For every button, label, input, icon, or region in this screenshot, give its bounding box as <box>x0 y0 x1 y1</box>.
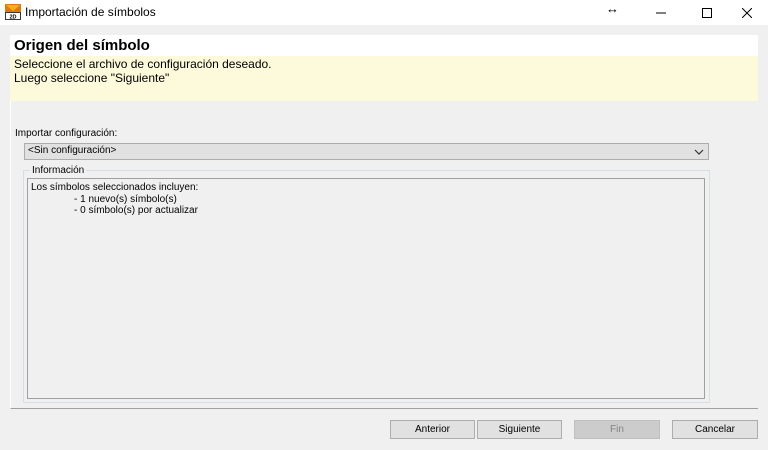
minimize-icon <box>656 12 666 13</box>
svg-text:2D: 2D <box>9 15 16 21</box>
close-icon <box>742 7 752 18</box>
info-line: - 0 símbolo(s) por actualizar <box>74 205 198 216</box>
import-config-dropdown[interactable]: <Sin configuración> <box>24 143 709 160</box>
info-textbox[interactable]: Los símbolos seleccionados incluyen: - 1… <box>27 178 705 399</box>
title-bar: 2D Importación de símbolos ↔ <box>0 0 768 25</box>
import-config-label: Importar configuración: <box>15 128 118 139</box>
previous-button[interactable]: Anterior <box>390 420 475 439</box>
finish-button[interactable]: Fin <box>574 420 660 439</box>
minimize-button[interactable] <box>638 0 684 25</box>
info-line: - 1 nuevo(s) símbolo(s) <box>74 194 177 205</box>
info-legend: Información <box>30 165 87 176</box>
app-icon: 2D <box>5 4 21 20</box>
cancel-button[interactable]: Cancelar <box>672 420 758 439</box>
page-title: Origen del símbolo <box>14 37 150 54</box>
info-line: Los símbolos seleccionados incluyen: <box>31 182 199 193</box>
wizard-header: Origen del símbolo Seleccione el archivo… <box>10 35 758 101</box>
resize-icon: ↔ <box>606 1 619 16</box>
next-button[interactable]: Siguiente <box>477 420 562 439</box>
header-instruction-2: Luego seleccione "Siguiente" <box>14 71 170 85</box>
close-button[interactable] <box>724 0 768 25</box>
window-title: Importación de símbolos <box>25 5 156 19</box>
header-instruction-1: Seleccione el archivo de configuración d… <box>14 57 272 71</box>
maximize-icon <box>702 7 712 18</box>
chevron-down-icon <box>694 149 704 155</box>
import-config-selected: <Sin configuración> <box>28 145 117 156</box>
